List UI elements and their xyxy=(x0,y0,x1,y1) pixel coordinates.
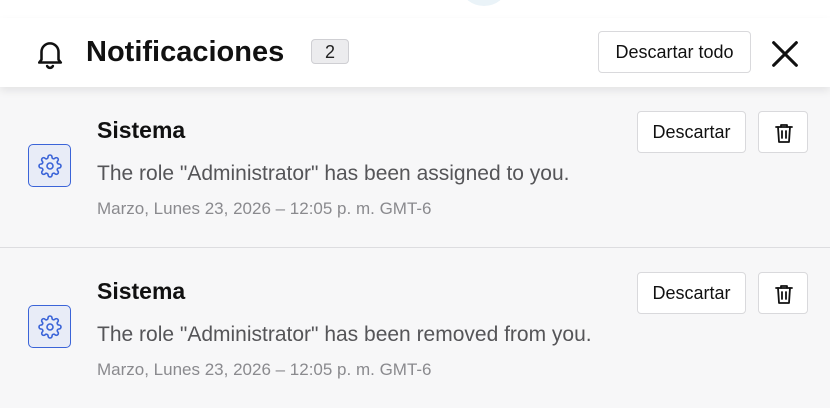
delete-button[interactable] xyxy=(758,272,808,314)
top-strip xyxy=(0,0,830,18)
bell-icon xyxy=(33,37,67,71)
notification-source: Sistema xyxy=(97,117,186,143)
notification-timestamp: Marzo, Lunes 23, 2026 – 12:05 p. m. GMT-… xyxy=(97,199,432,218)
delete-button[interactable] xyxy=(758,111,808,153)
notification-item: Sistema The role "Administrator" has bee… xyxy=(0,248,830,408)
notification-count-badge: 2 xyxy=(311,39,349,64)
notification-list: Sistema The role "Administrator" has bee… xyxy=(0,87,830,408)
notification-message: The role "Administrator" has been assign… xyxy=(97,162,570,185)
dismiss-all-button[interactable]: Descartar todo xyxy=(598,31,751,73)
trash-icon xyxy=(775,124,793,143)
dismiss-button[interactable]: Descartar xyxy=(637,111,746,153)
notification-item: Sistema The role "Administrator" has bee… xyxy=(0,87,830,248)
notifications-header: Notificaciones 2 Descartar todo xyxy=(0,18,830,87)
notification-source: Sistema xyxy=(97,278,186,304)
top-decoration xyxy=(462,0,506,6)
notification-timestamp: Marzo, Lunes 23, 2026 – 12:05 p. m. GMT-… xyxy=(97,360,432,379)
close-icon[interactable] xyxy=(768,37,802,71)
gear-icon xyxy=(28,305,71,348)
notification-message: The role "Administrator" has been remove… xyxy=(97,323,592,346)
trash-icon xyxy=(775,285,793,304)
gear-icon xyxy=(28,144,71,187)
dismiss-button[interactable]: Descartar xyxy=(637,272,746,314)
page-title: Notificaciones xyxy=(86,36,285,68)
